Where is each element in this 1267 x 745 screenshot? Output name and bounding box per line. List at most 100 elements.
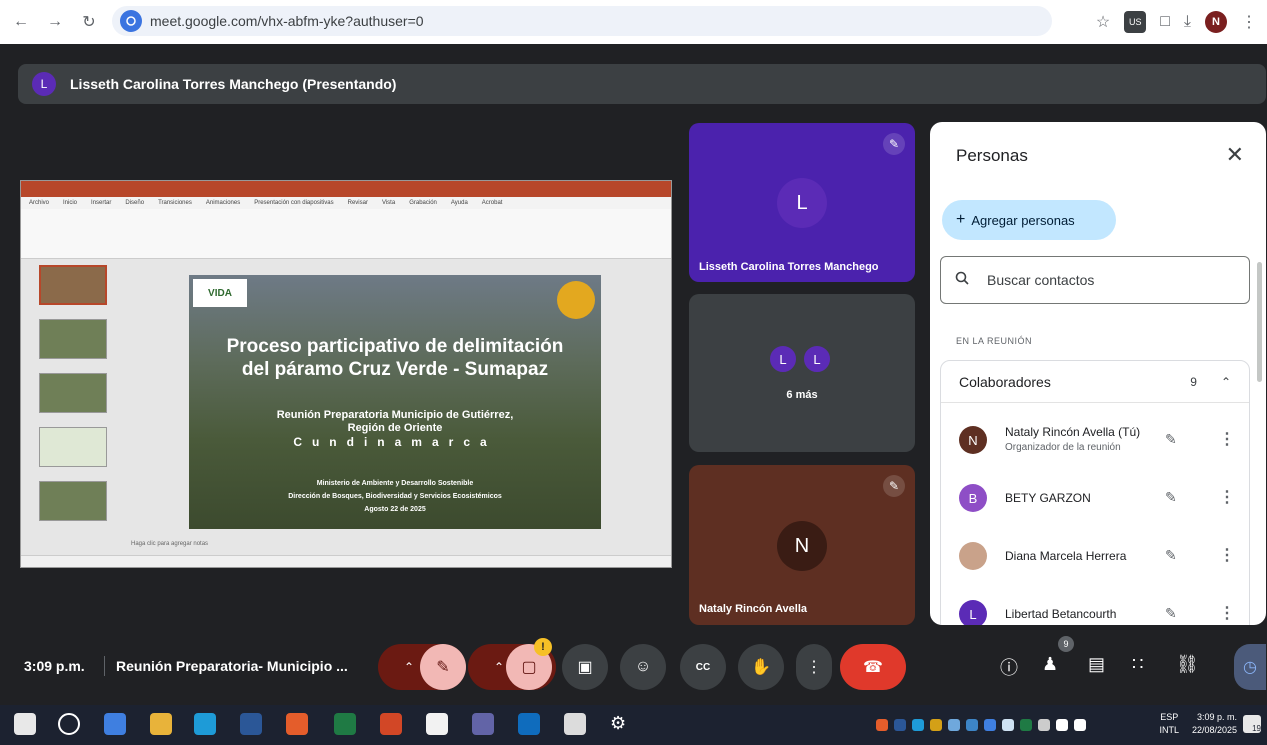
participant-row[interactable]: N Nataly Rincón Avella (Tú) Organizador … (941, 411, 1251, 469)
notepad-icon[interactable] (426, 713, 448, 735)
more-participants-label: 6 más (786, 389, 818, 401)
slide-footer-line: Agosto 22 de 2025 (364, 506, 426, 513)
present-screen-icon[interactable]: ▣ (562, 644, 608, 690)
mic-off-icon[interactable]: ✎ (420, 644, 466, 690)
tray-network-icon[interactable] (1038, 719, 1050, 731)
site-info-icon[interactable] (120, 10, 142, 32)
back-arrow-icon[interactable]: ← (8, 9, 34, 35)
powerpoint-workspace: VIDA Proceso participativo de delimitaci… (21, 259, 671, 555)
forward-arrow-icon[interactable]: → (42, 9, 68, 35)
leave-call-button[interactable]: ☎ (840, 644, 906, 690)
outlook-icon[interactable] (518, 713, 540, 735)
tray-app-icon[interactable] (1020, 719, 1032, 731)
people-icon[interactable]: ♟ (1042, 654, 1058, 675)
shared-screen[interactable]: Archivo Inicio Insertar Diseño Transicio… (20, 180, 672, 568)
more-participants-tile[interactable]: L L 6 más (689, 294, 915, 452)
slide-title-line: Proceso participativo de delimitación (226, 336, 564, 357)
tray-bluetooth-icon[interactable] (930, 719, 942, 731)
powerpoint-titlebar (21, 181, 671, 197)
participant-name: BETY GARZON (1005, 491, 1091, 505)
search-icon (955, 271, 969, 290)
chevron-up-icon[interactable]: ⌃ (404, 660, 414, 674)
tray-app-icon[interactable] (1002, 719, 1014, 731)
more-options-icon[interactable]: ⋮ (1219, 429, 1235, 449)
chat-icon[interactable]: ▤ (1088, 654, 1105, 675)
add-people-button[interactable]: + Agregar personas (942, 200, 1116, 240)
extension-icon[interactable]: US (1124, 11, 1147, 33)
mic-off-icon: ✎ (883, 475, 905, 497)
raise-hand-icon[interactable]: ✋ (738, 644, 784, 690)
clock-time: 3:09 p. m. (1196, 712, 1237, 722)
tray-app-icon[interactable] (948, 719, 960, 731)
file-explorer-icon[interactable] (150, 713, 172, 735)
slide-footer-line: Ministerio de Ambiente y Desarrollo Sost… (316, 480, 474, 487)
windows-start-icon[interactable] (14, 713, 36, 735)
mic-off-icon[interactable]: ✎ (1165, 547, 1177, 564)
volume-icon[interactable] (1074, 719, 1086, 731)
settings-gear-icon[interactable]: ⚙ (610, 713, 632, 735)
bookmark-star-icon[interactable]: ☆ (1096, 12, 1110, 32)
tray-app-icon[interactable] (984, 719, 996, 731)
slide-thumbnails (25, 265, 117, 545)
mic-off-icon[interactable]: ✎ (1165, 489, 1177, 506)
more-options-icon[interactable]: ⋮ (1219, 487, 1235, 507)
panel-scrollbar[interactable] (1257, 262, 1262, 382)
mic-off-icon[interactable]: ✎ (1165, 605, 1177, 622)
copilot-icon[interactable] (104, 713, 126, 735)
download-icon[interactable]: ⤓ (1184, 13, 1191, 31)
participant-role: Organizador de la reunión (1005, 442, 1121, 453)
host-controls-lock-icon[interactable]: ⛓ (1176, 654, 1199, 675)
chevron-up-icon[interactable]: ⌃ (494, 660, 504, 674)
word-icon[interactable] (240, 713, 262, 735)
captions-icon[interactable]: CC (680, 644, 726, 690)
reload-icon[interactable]: ↻ (76, 9, 102, 35)
tray-shield-icon[interactable] (912, 719, 924, 731)
meeting-info-icon[interactable]: ⓘ (1000, 654, 1018, 680)
input-language[interactable]: ESP INTL (1159, 711, 1179, 737)
extensions-puzzle-icon[interactable]: □ (1160, 13, 1170, 31)
search-icon[interactable] (58, 713, 80, 735)
browser-menu-icon[interactable]: ⋮ (1241, 12, 1257, 32)
chevron-up-icon[interactable]: ⌃ (1221, 375, 1231, 389)
notifications-icon[interactable]: 19 (1243, 715, 1261, 733)
address-bar[interactable]: meet.google.com/vhx-abfm-yke?authuser=0 (112, 6, 1052, 36)
group-count: 9 (1190, 374, 1197, 389)
profile-avatar[interactable]: N (1205, 11, 1227, 33)
tray-chrome-icon[interactable] (876, 719, 888, 731)
participant-avatar: L (768, 344, 798, 374)
mic-off-icon[interactable]: ✎ (1165, 431, 1177, 448)
photos-icon[interactable] (564, 713, 586, 735)
tray-mail-icon[interactable] (894, 719, 906, 731)
participant-row[interactable]: B BETY GARZON ✎ ⋮ (941, 469, 1251, 527)
emoji-icon[interactable]: ☺ (620, 644, 666, 690)
participant-tile[interactable]: ✎ N Nataly Rincón Avella (689, 465, 915, 625)
chrome-icon[interactable] (286, 713, 308, 735)
taskbar-clock[interactable]: 3:09 p. m. 22/08/2025 (1192, 711, 1237, 737)
teams-icon[interactable] (472, 713, 494, 735)
collaborators-header[interactable]: Colaboradores 9 ⌃ (941, 361, 1249, 403)
participant-tile[interactable]: ✎ L Lisseth Carolina Torres Manchego (689, 123, 915, 282)
powerpoint-icon[interactable] (380, 713, 402, 735)
search-contacts-input[interactable] (987, 272, 1227, 288)
search-contacts-field[interactable] (940, 256, 1250, 304)
activities-grid-icon[interactable]: ∷ (1132, 654, 1143, 675)
excel-icon[interactable] (334, 713, 356, 735)
timer-icon[interactable]: ◷ (1234, 644, 1266, 690)
tray-app-icon[interactable] (966, 719, 978, 731)
edge-icon[interactable] (194, 713, 216, 735)
close-icon[interactable]: ✕ (1226, 142, 1244, 168)
more-options-icon[interactable]: ⋮ (1219, 603, 1235, 623)
more-options-icon[interactable]: ⋮ (796, 644, 832, 690)
current-slide: VIDA Proceso participativo de delimitaci… (189, 275, 601, 529)
participant-row[interactable]: Diana Marcela Herrera ✎ ⋮ (941, 527, 1251, 585)
meeting-controls-bar: 3:09 p.m. Reunión Preparatoria- Municipi… (0, 632, 1267, 704)
more-options-icon[interactable]: ⋮ (1219, 545, 1235, 565)
powerpoint-ribbon-tabs: Archivo Inicio Insertar Diseño Transicio… (21, 197, 671, 209)
powerpoint-ribbon (21, 209, 671, 259)
ribbon-tab: Inicio (63, 200, 78, 206)
slide-thumbnail (39, 319, 107, 359)
wifi-icon[interactable] (1056, 719, 1068, 731)
system-tray[interactable] (876, 715, 1086, 735)
clock-date: 22/08/2025 (1191, 725, 1237, 735)
participant-row[interactable]: L Libertad Betancourth ✎ ⋮ (941, 585, 1251, 625)
